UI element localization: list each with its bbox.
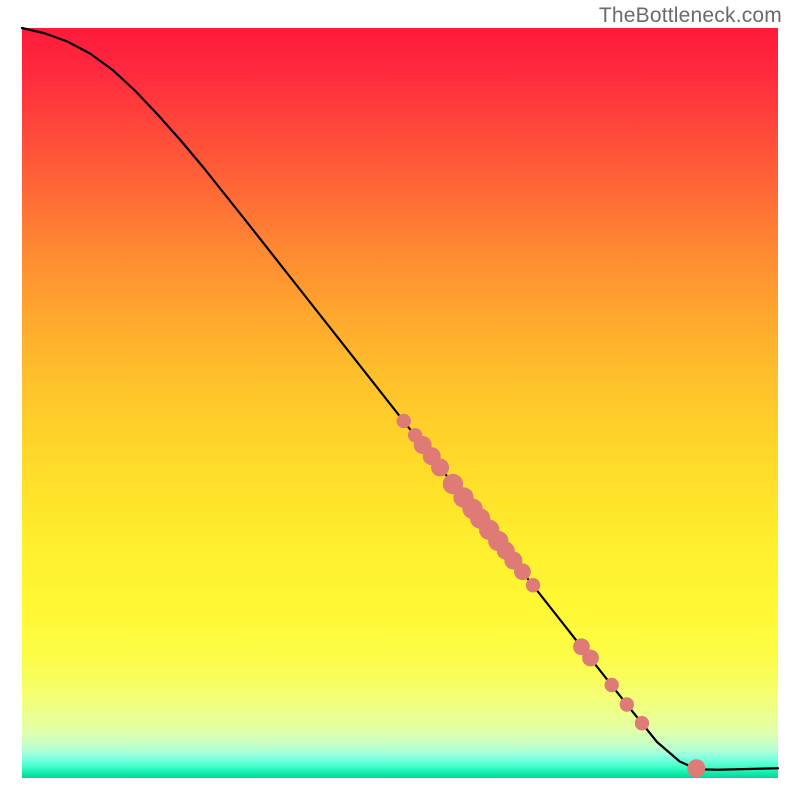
data-marker: [687, 759, 705, 777]
data-markers: [397, 414, 706, 777]
watermark-text: TheBottleneck.com: [599, 4, 782, 28]
data-marker: [582, 650, 599, 667]
chart-svg: [22, 28, 778, 778]
data-marker: [526, 578, 540, 592]
data-marker: [620, 697, 634, 711]
data-marker: [397, 414, 411, 428]
data-marker: [635, 716, 649, 730]
data-marker: [604, 678, 618, 692]
chart-container: TheBottleneck.com: [0, 0, 800, 800]
curve-line: [22, 28, 778, 770]
plot-area: [22, 28, 778, 778]
data-marker: [514, 563, 531, 580]
data-marker: [431, 459, 449, 477]
